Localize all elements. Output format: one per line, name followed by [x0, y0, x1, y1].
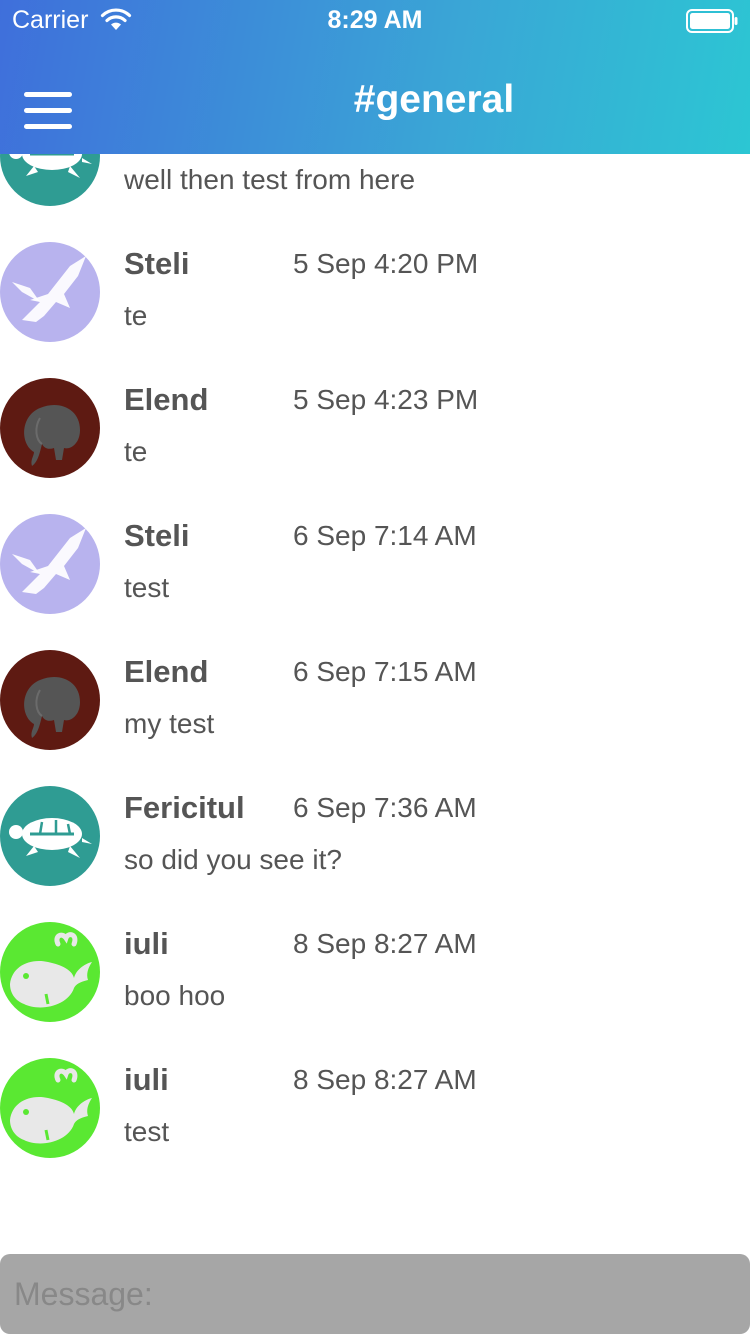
message-author[interactable]: Fericitul — [124, 790, 245, 826]
message-timestamp: 8 Sep 8:27 AM — [293, 928, 477, 959]
message-text: well then test from here — [124, 164, 416, 195]
message-timestamp: 6 Sep 7:14 AM — [293, 520, 477, 551]
elephant-avatar[interactable] — [0, 650, 100, 750]
channel-title: #general — [353, 78, 515, 121]
message-text: my test — [124, 708, 215, 739]
turtle-icon — [9, 818, 92, 858]
message-text: so did you see it? — [124, 844, 342, 875]
message-text: test — [124, 1116, 170, 1147]
message-author[interactable]: Steli — [124, 246, 189, 282]
turtle-avatar[interactable] — [0, 786, 100, 886]
message-item: iuli 8 Sep 8:27 AM test — [0, 1058, 750, 1194]
message-timestamp: 8 Sep 8:27 AM — [293, 1064, 477, 1095]
message-timestamp: 6 Sep 7:15 AM — [293, 656, 477, 687]
clock: 8:29 AM — [327, 6, 423, 34]
eagle-icon — [12, 256, 86, 322]
message-item: Fericitul 6 Sep 7:36 AM so did you see i… — [0, 786, 750, 922]
message-text: te — [124, 436, 148, 467]
message-timestamp: 6 Sep 7:36 AM — [293, 792, 477, 823]
app-header: Carrier 8:29 AM #general — [0, 0, 750, 154]
message-text: te — [124, 300, 148, 331]
message-item: Steli 6 Sep 7:14 AM test — [0, 514, 750, 650]
message-item: Elend 5 Sep 4:23 PM te — [0, 378, 750, 514]
message-timestamp: 5 Sep 4:23 PM — [293, 384, 479, 415]
elephant-avatar[interactable] — [0, 378, 100, 478]
message-author[interactable]: iuli — [124, 926, 169, 962]
message-author[interactable]: Elend — [124, 382, 208, 418]
whale-avatar[interactable] — [0, 1058, 100, 1158]
whale-avatar[interactable] — [0, 922, 100, 1022]
message-author[interactable]: iuli — [124, 1062, 169, 1098]
eagle-avatar[interactable] — [0, 242, 100, 342]
message-text: test — [124, 572, 170, 603]
message-text: boo hoo — [124, 980, 226, 1011]
elephant-icon — [24, 676, 80, 738]
message-item: Steli 5 Sep 4:20 PM te — [0, 242, 750, 378]
message-author[interactable]: Steli — [124, 518, 189, 554]
whale-icon — [10, 1068, 92, 1144]
elephant-icon — [24, 404, 80, 466]
message-author[interactable]: Elend — [124, 654, 208, 690]
message-item: iuli 8 Sep 8:27 AM boo hoo — [0, 922, 750, 1058]
eagle-icon — [12, 528, 86, 594]
message-item: Elend 6 Sep 7:15 AM my test — [0, 650, 750, 786]
whale-icon — [10, 932, 92, 1008]
eagle-avatar[interactable] — [0, 514, 100, 614]
message-input[interactable] — [0, 1254, 750, 1334]
message-composer — [0, 1254, 750, 1334]
status-bar: Carrier 8:29 AM — [0, 0, 750, 40]
message-list[interactable]: well then test from here Steli 5 Sep 4:2… — [0, 0, 750, 1250]
battery-icon — [686, 9, 738, 33]
message-timestamp: 5 Sep 4:20 PM — [293, 248, 479, 279]
